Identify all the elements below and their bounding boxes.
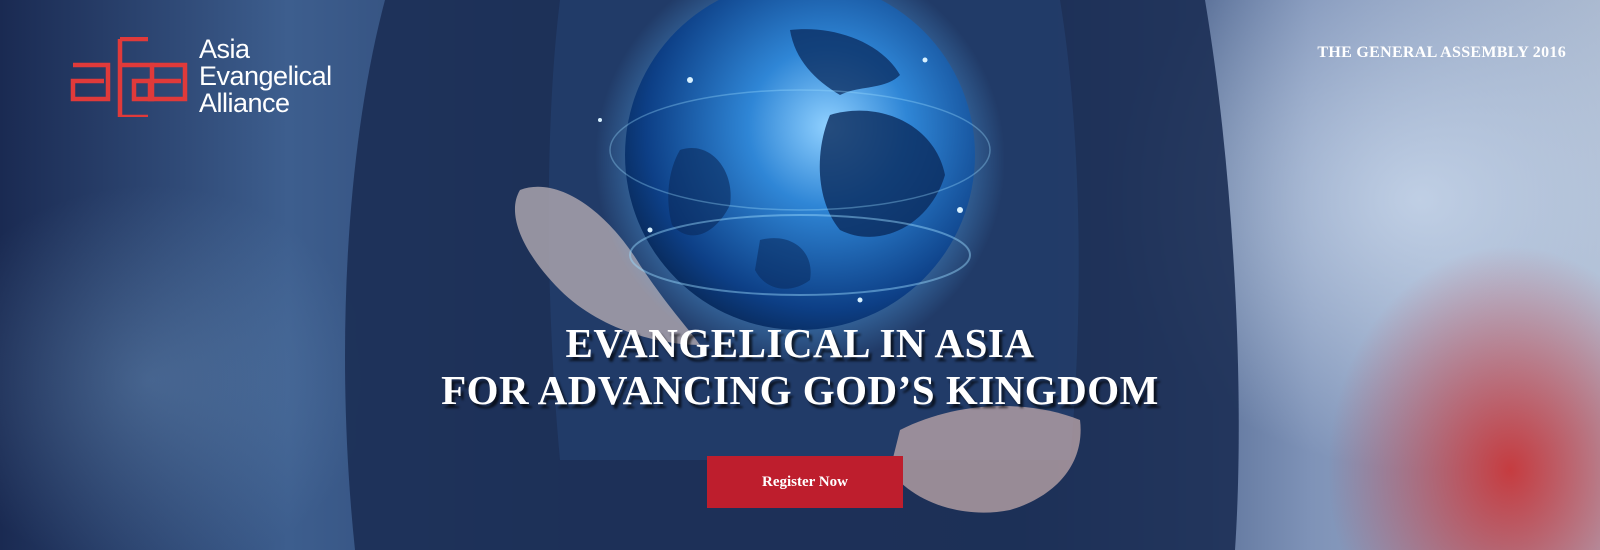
register-now-button[interactable]: Register Now: [707, 456, 903, 508]
aea-logo[interactable]: Asia Evangelical Alliance: [70, 36, 332, 117]
logo-line-alliance: Alliance: [199, 88, 290, 118]
event-title-label: THE GENERAL ASSEMBLY 2016: [1317, 44, 1566, 61]
logo-line-evangelical: Evangelical: [199, 61, 332, 91]
headline-line-2: FOR ADVANCING GOD’S KINGDOM: [441, 367, 1159, 413]
aea-logo-mark-icon: [70, 36, 188, 117]
hero-headline: EVANGELICAL IN ASIA FOR ADVANCING GOD’S …: [0, 320, 1600, 414]
hero-banner: Asia Evangelical Alliance THE GENERAL AS…: [0, 0, 1600, 550]
aea-logo-wordmark: Asia Evangelical Alliance: [199, 36, 332, 117]
logo-line-asia: Asia: [199, 34, 250, 64]
headline-line-1: EVANGELICAL IN ASIA: [565, 320, 1035, 366]
